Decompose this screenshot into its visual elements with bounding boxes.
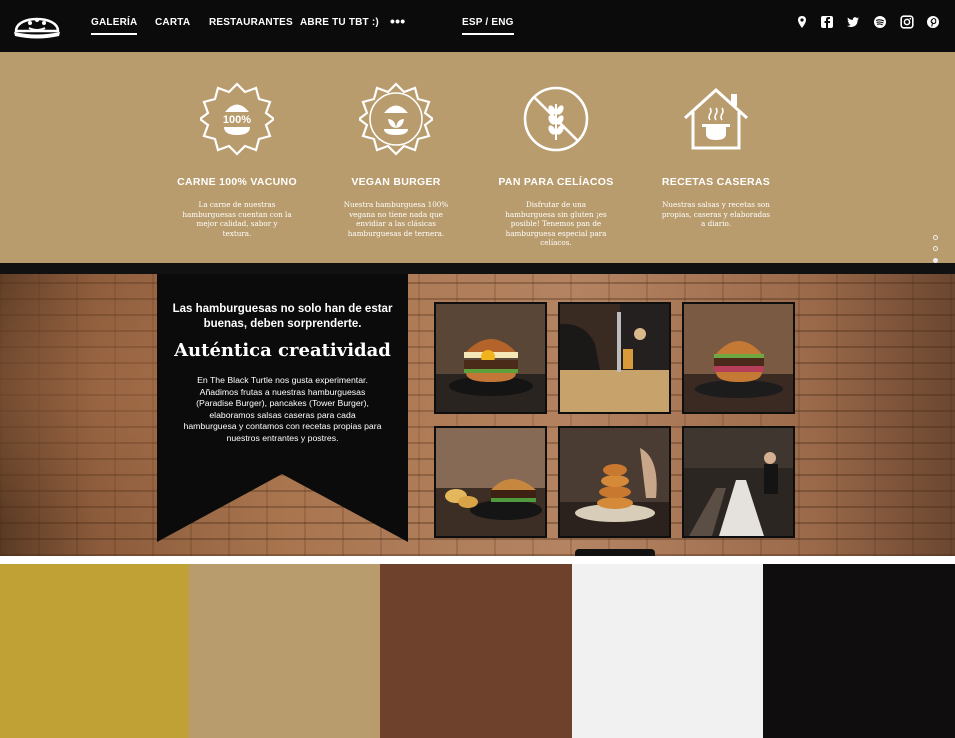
color-swatch-black [763,564,955,738]
color-swatch-tan [189,564,380,738]
twitter-icon[interactable] [846,15,860,29]
pinterest-icon[interactable] [926,15,940,29]
instagram-icon[interactable] [900,15,914,29]
banner-body: En The Black Turtle nos gusta experiment… [183,375,382,443]
feature-carne: 100% CARNE 100% VACUNO La carne de nuest… [167,52,307,238]
feature-title: PAN PARA CELÍACOS [498,176,614,188]
turtle-logo-icon[interactable] [12,7,62,43]
spotify-icon[interactable] [873,15,887,29]
nav-galeria[interactable]: GALERÍA [91,17,138,35]
feature-recetas: RECETAS CASERAS Nuestras salsas y receta… [646,52,786,229]
bartender-photo[interactable] [558,302,671,414]
gluten-free-icon [523,86,589,152]
color-swatch-gold [0,564,189,738]
language-switch[interactable]: ESP / ENG [462,17,514,35]
nav-restaurantes[interactable]: RESTAURANTES [209,17,293,28]
feature-description: Nuestra hamburguesa 100% vegana no tiene… [343,200,449,238]
banner-title: Auténtica creatividad [174,340,391,361]
burger-onion-photo[interactable] [682,302,795,414]
svg-text:100%: 100% [223,114,251,126]
feature-description: Disfrutar de una hamburguesa sin gluten … [505,200,607,247]
color-swatch-light-gray [572,564,763,738]
banner-subtitle: Las hamburguesas no solo han de estar bu… [172,303,393,330]
burger-badge-icon: 100% [200,82,274,156]
color-swatch-brown [380,564,572,738]
top-navigation: GALERÍA CARTA RESTAURANTES ABRE TU TBT :… [0,0,955,52]
feature-title: RECETAS CASERAS [661,176,771,188]
creativity-banner: Las hamburguesas no solo han de estar bu… [157,274,408,542]
facebook-icon[interactable] [820,15,834,29]
feature-title: VEGAN BURGER [351,176,441,188]
vegan-burger-badge-icon [359,82,433,156]
more-menu-button[interactable]: ••• [390,13,405,29]
feature-title: CARNE 100% VACUNO [177,176,297,188]
slide-dot[interactable] [933,246,938,252]
location-icon[interactable] [795,15,809,29]
features-section: 100% CARNE 100% VACUNO La carne de nuest… [0,52,955,263]
feature-celiacos: PAN PARA CELÍACOS Disfrutar de una hambu… [486,52,626,248]
tower-burger-photo[interactable] [558,426,671,538]
nav-abre-tu-tbt[interactable]: ABRE TU TBT :) [300,17,379,28]
feature-description: Nuestras salsas y recetas son propias, c… [661,200,771,228]
home-cooking-icon [683,87,749,150]
feature-vegan: VEGAN BURGER Nuestra hamburguesa 100% ve… [326,52,466,238]
feature-description: La carne de nuestras hamburguesas cuenta… [182,200,292,238]
burger-chips-photo[interactable] [434,426,547,538]
nav-carta[interactable]: CARTA [155,17,190,28]
slide-dot[interactable] [933,235,938,240]
dining-room-photo[interactable] [682,426,795,538]
burger-egg-photo[interactable] [434,302,547,414]
palette-separator [0,556,955,564]
